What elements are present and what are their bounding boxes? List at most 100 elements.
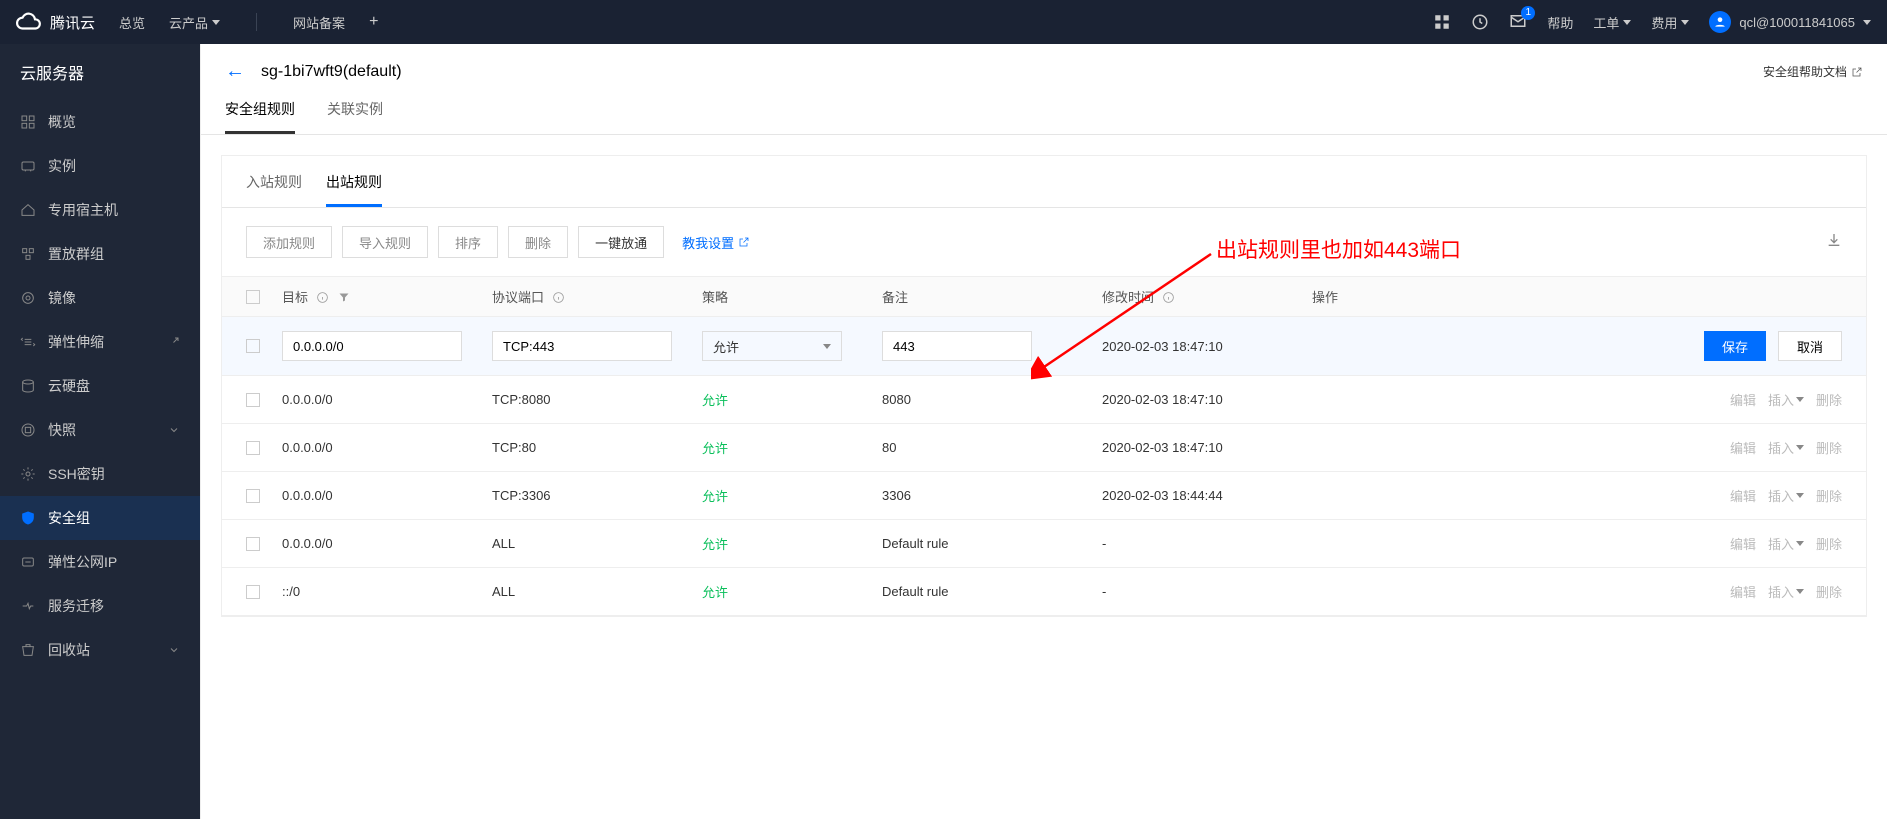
row-remark: Default rule: [882, 536, 948, 551]
save-button[interactable]: 保存: [1704, 331, 1766, 361]
nav-products[interactable]: 云产品: [169, 13, 220, 32]
mail-badge: 1: [1521, 6, 1535, 20]
help-doc-link[interactable]: 安全组帮助文档: [1763, 63, 1863, 80]
nav-overview[interactable]: 总览: [119, 13, 145, 32]
sidebar-item[interactable]: 弹性公网IP: [0, 540, 200, 584]
direction-tabs: 入站规则 出站规则: [222, 156, 1866, 208]
info-icon[interactable]: [1162, 291, 1175, 304]
grid-icon[interactable]: [1433, 13, 1451, 31]
policy-select[interactable]: 允许: [702, 331, 842, 361]
delete-link[interactable]: 删除: [1816, 486, 1842, 505]
select-all-checkbox[interactable]: [246, 290, 260, 304]
cancel-button[interactable]: 取消: [1778, 331, 1842, 361]
row-checkbox[interactable]: [246, 441, 260, 455]
row-checkbox[interactable]: [246, 393, 260, 407]
sidebar-item[interactable]: 专用宿主机: [0, 188, 200, 232]
info-icon[interactable]: [316, 291, 329, 304]
sidebar-item[interactable]: 镜像: [0, 276, 200, 320]
sidebar-item[interactable]: 快照: [0, 408, 200, 452]
delete-button[interactable]: 删除: [508, 226, 568, 258]
delete-link[interactable]: 删除: [1816, 390, 1842, 409]
chevron-down-icon: [168, 424, 180, 436]
filter-icon[interactable]: [338, 291, 350, 303]
external-link-icon: [738, 236, 750, 248]
brand-name: 腾讯云: [50, 12, 95, 33]
table-row: 0.0.0.0/0ALL允许Default rule-编辑插入 删除: [222, 520, 1866, 568]
import-rule-button[interactable]: 导入规则: [342, 226, 428, 258]
tab-assoc[interactable]: 关联实例: [327, 99, 383, 134]
protocol-input[interactable]: [492, 331, 672, 361]
tab-rules[interactable]: 安全组规则: [225, 99, 295, 134]
row-checkbox[interactable]: [246, 537, 260, 551]
col-policy: 策略: [702, 290, 728, 305]
edit-link[interactable]: 编辑: [1730, 438, 1756, 457]
nav-beian[interactable]: 网站备案: [293, 13, 345, 32]
sort-button[interactable]: 排序: [438, 226, 498, 258]
logo[interactable]: 腾讯云: [16, 9, 95, 35]
nav-fees[interactable]: 费用: [1651, 13, 1689, 32]
insert-link[interactable]: 插入: [1768, 438, 1804, 457]
cloud-logo-icon: [16, 9, 42, 35]
row-time: 2020-02-03 18:47:10: [1102, 392, 1223, 407]
sidebar-item[interactable]: 安全组: [0, 496, 200, 540]
nav-add[interactable]: +: [369, 13, 378, 31]
user-menu[interactable]: qcl@100011841065: [1709, 11, 1871, 33]
insert-link[interactable]: 插入: [1768, 582, 1804, 601]
sidebar-item[interactable]: 概览: [0, 100, 200, 144]
sidebar-item-label: 安全组: [48, 508, 90, 528]
insert-link[interactable]: 插入: [1768, 390, 1804, 409]
sidebar-icon: [20, 334, 36, 350]
row-checkbox[interactable]: [246, 585, 260, 599]
sidebar-item-label: 回收站: [48, 640, 90, 660]
sidebar-item[interactable]: 服务迁移: [0, 584, 200, 628]
delete-link[interactable]: 删除: [1816, 582, 1842, 601]
row-protocol: TCP:3306: [492, 488, 551, 503]
open-all-button[interactable]: 一键放通: [578, 226, 664, 258]
insert-link[interactable]: 插入: [1768, 486, 1804, 505]
sidebar-item[interactable]: 弹性伸缩: [0, 320, 200, 364]
edit-link[interactable]: 编辑: [1730, 486, 1756, 505]
table-row: 0.0.0.0/0TCP:8080允许80802020-02-03 18:47:…: [222, 376, 1866, 424]
tab-outbound[interactable]: 出站规则: [326, 172, 382, 207]
main-content: ← sg-1bi7wft9(default) 安全组帮助文档 安全组规则 关联实…: [200, 44, 1887, 819]
row-checkbox[interactable]: [246, 339, 260, 353]
edit-link[interactable]: 编辑: [1730, 534, 1756, 553]
add-rule-button[interactable]: 添加规则: [246, 226, 332, 258]
sidebar-item-label: 实例: [48, 156, 76, 176]
back-arrow-icon[interactable]: ←: [225, 60, 245, 83]
sidebar-item[interactable]: 实例: [0, 144, 200, 188]
row-time: 2020-02-03 18:47:10: [1102, 440, 1223, 455]
sidebar-icon: [20, 554, 36, 570]
tab-inbound[interactable]: 入站规则: [246, 172, 302, 207]
insert-link[interactable]: 插入: [1768, 534, 1804, 553]
tutorial-link[interactable]: 教我设置: [682, 233, 750, 252]
row-policy: 允许: [702, 537, 728, 552]
sidebar-icon: [20, 158, 36, 174]
sidebar-item[interactable]: SSH密钥: [0, 452, 200, 496]
clock-icon[interactable]: [1471, 13, 1489, 31]
delete-link[interactable]: 删除: [1816, 534, 1842, 553]
sidebar-item-label: 概览: [48, 112, 76, 132]
row-remark: 3306: [882, 488, 911, 503]
row-checkbox[interactable]: [246, 489, 260, 503]
sidebar-item-label: SSH密钥: [48, 464, 105, 484]
nav-tickets[interactable]: 工单: [1593, 13, 1631, 32]
nav-help[interactable]: 帮助: [1547, 13, 1573, 32]
download-icon[interactable]: [1826, 232, 1842, 253]
delete-link[interactable]: 删除: [1816, 438, 1842, 457]
target-input[interactable]: [282, 331, 462, 361]
sidebar-item[interactable]: 回收站: [0, 628, 200, 672]
edit-link[interactable]: 编辑: [1730, 390, 1756, 409]
row-target: ::/0: [282, 584, 300, 599]
edit-link[interactable]: 编辑: [1730, 582, 1756, 601]
mail-icon[interactable]: 1: [1509, 12, 1527, 33]
row-protocol: TCP:80: [492, 440, 536, 455]
sidebar-item[interactable]: 云硬盘: [0, 364, 200, 408]
sidebar-item[interactable]: 置放群组: [0, 232, 200, 276]
remark-input[interactable]: [882, 331, 1032, 361]
col-time: 修改时间: [1102, 290, 1154, 305]
col-protocol: 协议端口: [492, 290, 544, 305]
info-icon[interactable]: [552, 291, 565, 304]
row-time: 2020-02-03 18:44:44: [1102, 488, 1223, 503]
row-remark: 80: [882, 440, 896, 455]
